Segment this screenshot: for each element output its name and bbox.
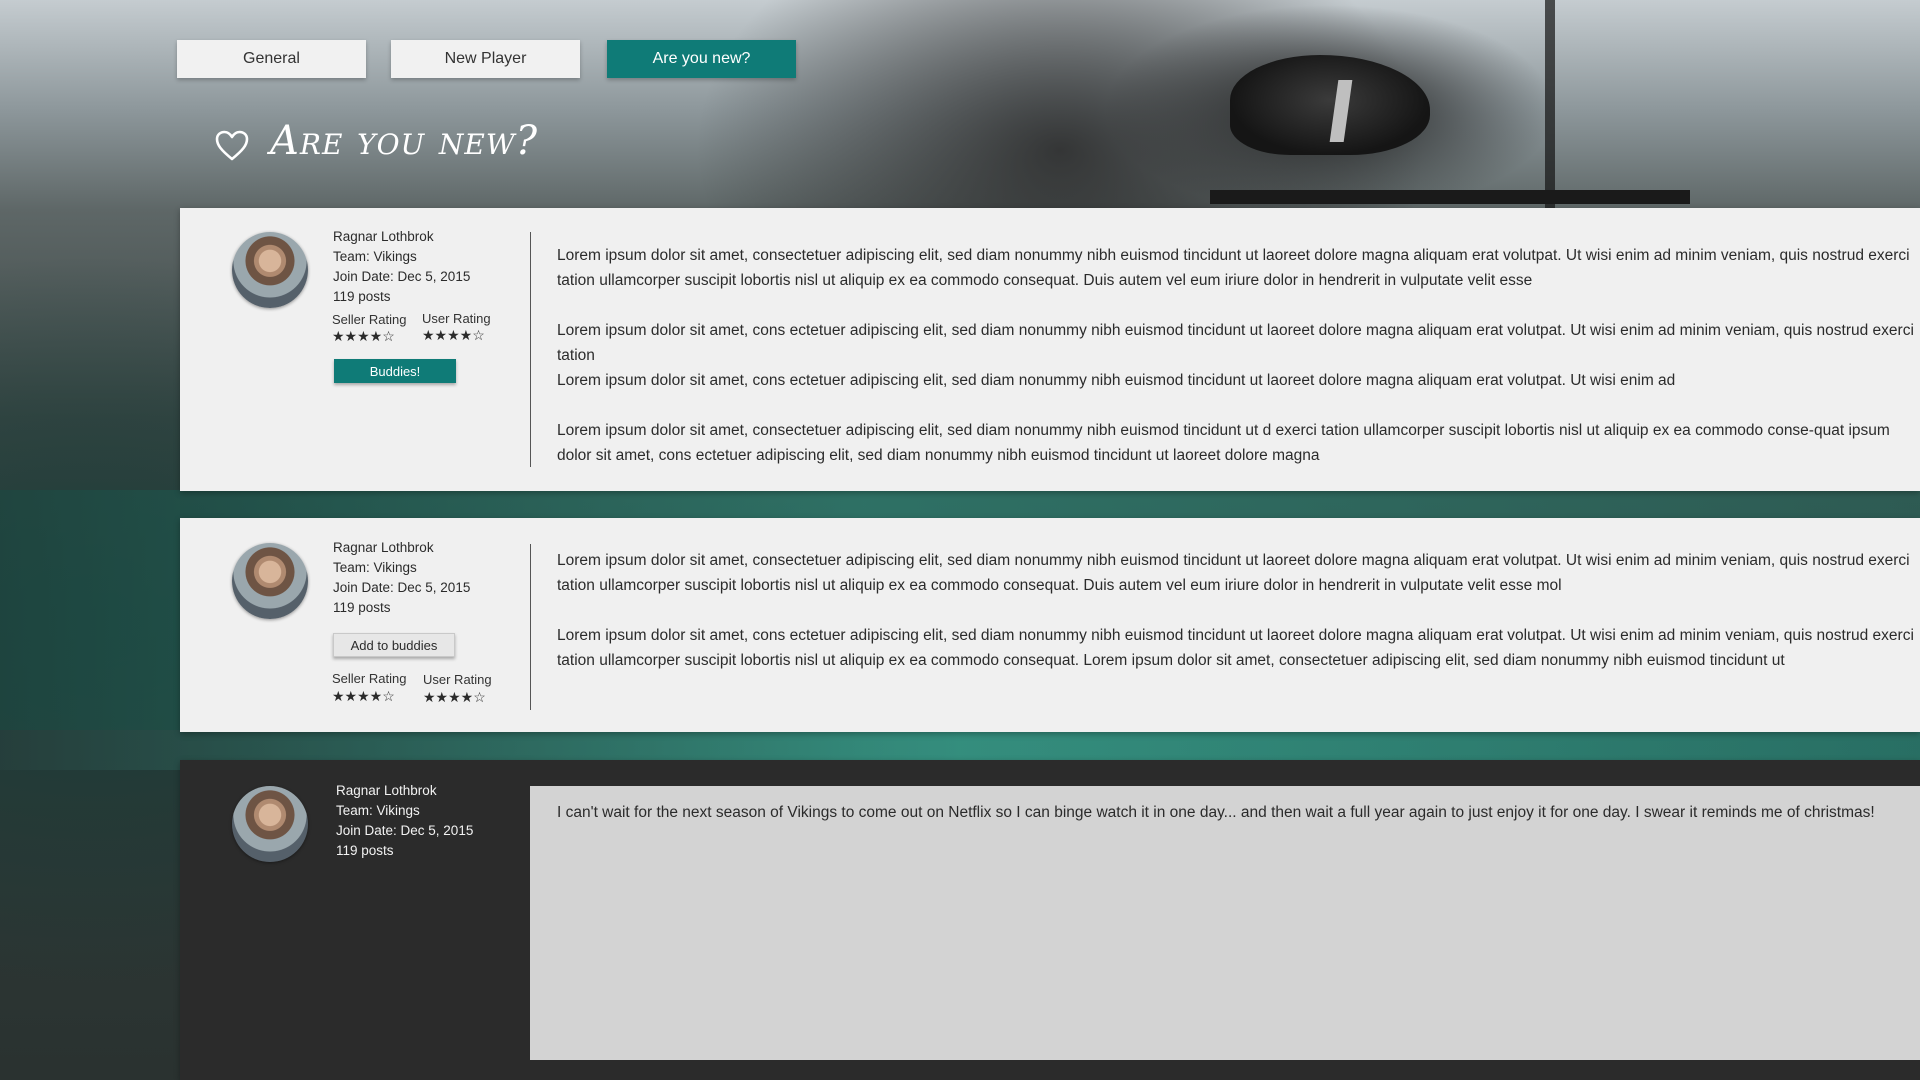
- user-post-count: 119 posts: [336, 843, 394, 858]
- heart-outline-icon[interactable]: [215, 130, 249, 162]
- user-rating-stars: ★★★★☆: [422, 327, 485, 343]
- reply-post: Ragnar Lothbrok Team: Vikings Join Date:…: [180, 760, 1920, 1080]
- user-rating-stars: ★★★★☆: [423, 689, 486, 705]
- seller-rating-stars: ★★★★☆: [332, 688, 395, 704]
- user-team: Team: Vikings: [336, 803, 420, 818]
- buddies-button[interactable]: Buddies!: [334, 359, 456, 383]
- user-team: Team: Vikings: [333, 560, 417, 575]
- user-join-date: Join Date: Dec 5, 2015: [333, 580, 471, 595]
- tab-general[interactable]: General: [177, 40, 366, 78]
- post-body: Lorem ipsum dolor sit amet, consectetuer…: [557, 243, 1920, 493]
- username[interactable]: Ragnar Lothbrok: [333, 227, 470, 247]
- user-join-date: Join Date: Dec 5, 2015: [336, 823, 474, 838]
- username[interactable]: Ragnar Lothbrok: [336, 781, 473, 801]
- user-team: Team: Vikings: [333, 249, 417, 264]
- seller-rating-label: Seller Rating: [332, 671, 407, 686]
- post-paragraph: Lorem ipsum dolor sit amet, cons ectetue…: [557, 372, 1676, 389]
- user-info: Ragnar Lothbrok Team: Vikings Join Date:…: [333, 227, 470, 307]
- post-divider: [530, 544, 531, 710]
- user-post-count: 119 posts: [333, 289, 391, 304]
- user-rating-label: User Rating: [423, 672, 492, 687]
- add-to-buddies-button[interactable]: Add to buddies: [333, 633, 455, 657]
- forum-post: Ragnar Lothbrok Team: Vikings Join Date:…: [180, 208, 1920, 491]
- avatar[interactable]: [232, 232, 308, 308]
- tab-are-you-new[interactable]: Are you new?: [607, 40, 796, 78]
- post-paragraph: Lorem ipsum dolor sit amet, cons ectetue…: [557, 322, 1914, 364]
- page-title: Are you new?: [270, 118, 539, 164]
- user-post-count: 119 posts: [333, 600, 391, 615]
- post-paragraph: Lorem ipsum dolor sit amet, consectetuer…: [557, 422, 1890, 464]
- user-join-date: Join Date: Dec 5, 2015: [333, 269, 471, 284]
- user-info: Ragnar Lothbrok Team: Vikings Join Date:…: [333, 538, 470, 618]
- avatar[interactable]: [232, 786, 308, 862]
- seller-rating-stars: ★★★★☆: [332, 328, 395, 344]
- avatar[interactable]: [232, 543, 308, 619]
- reply-text-area[interactable]: I can't wait for the next season of Viki…: [530, 786, 1920, 1060]
- post-paragraph: Lorem ipsum dolor sit amet, consectetuer…: [557, 552, 1910, 594]
- background-marker-barrel: [1210, 190, 1690, 204]
- seller-rating-label: Seller Rating: [332, 312, 407, 327]
- username[interactable]: Ragnar Lothbrok: [333, 538, 470, 558]
- post-paragraph: Lorem ipsum dolor sit amet, consectetuer…: [557, 247, 1910, 289]
- post-divider: [530, 232, 531, 467]
- forum-post: Ragnar Lothbrok Team: Vikings Join Date:…: [180, 518, 1920, 732]
- post-body: Lorem ipsum dolor sit amet, consectetuer…: [557, 548, 1920, 698]
- user-rating-label: User Rating: [422, 311, 491, 326]
- tab-new-player[interactable]: New Player: [391, 40, 580, 78]
- background-pole: [1545, 0, 1555, 210]
- user-info: Ragnar Lothbrok Team: Vikings Join Date:…: [336, 781, 473, 861]
- post-paragraph: Lorem ipsum dolor sit amet, cons ectetue…: [557, 627, 1914, 669]
